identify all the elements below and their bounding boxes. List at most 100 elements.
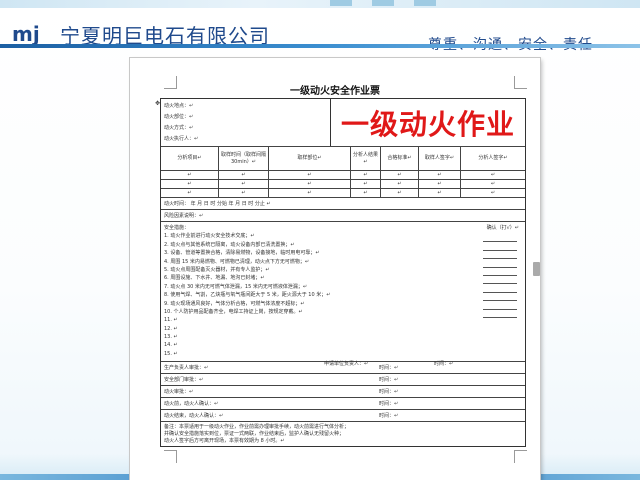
confirm-blank[interactable] bbox=[483, 310, 517, 318]
fire-time-row[interactable]: 动火时间： 年 月 日 时 分始 年 月 日 时 分止 ↵ bbox=[161, 198, 525, 210]
signature-time[interactable]: 时间：↵ bbox=[379, 398, 398, 410]
signature-label[interactable]: 动火审批：↵ bbox=[164, 389, 193, 395]
page-corner-mark bbox=[164, 450, 177, 463]
brand-logo-text: mj bbox=[12, 22, 40, 46]
analysis-cell[interactable]: ↵ bbox=[419, 189, 461, 197]
analysis-header-cell: 合格标准↵ bbox=[381, 147, 419, 170]
signature-time[interactable]: 时间：↵ bbox=[379, 362, 398, 374]
analysis-cell[interactable]: ↵ bbox=[381, 180, 419, 188]
confirm-blank[interactable] bbox=[483, 293, 517, 302]
analysis-row: ↵ ↵ ↵ ↵ ↵ ↵ ↵ bbox=[161, 189, 525, 198]
scroll-handle[interactable] bbox=[533, 262, 540, 276]
measure-item: 12. ↵ bbox=[164, 325, 178, 332]
analysis-cell[interactable]: ↵ bbox=[161, 171, 219, 179]
signature-row: 安全部门审批：↵ 时间：↵ bbox=[161, 374, 525, 386]
confirm-blank[interactable] bbox=[483, 301, 517, 310]
fire-level-stamp: 一级动火作业 bbox=[331, 99, 525, 146]
measure-item: 14. ↵ bbox=[164, 342, 178, 349]
confirm-blanks bbox=[483, 234, 517, 318]
risk-row[interactable]: 风险因素说明：↵ bbox=[161, 210, 525, 222]
measure-item: 11. ↵ bbox=[164, 317, 178, 324]
header-divider bbox=[0, 44, 640, 48]
info-line[interactable]: 动火部位：↵ bbox=[164, 112, 327, 123]
info-line[interactable]: 动火执行人：↵ bbox=[164, 134, 327, 145]
stamp-text: 一级动火作业 bbox=[340, 107, 515, 141]
measure-item: 9. 动火现场通风良好，气体分析合格，可燃气体浓度不超标；↵ bbox=[164, 300, 305, 307]
measure-item: 4. 周围 15 米内易燃物、可燃物已清理，动火点下方无可燃物；↵ bbox=[164, 258, 310, 265]
analysis-cell[interactable]: ↵ bbox=[381, 189, 419, 197]
analysis-cell[interactable]: ↵ bbox=[269, 189, 351, 197]
measure-item: 1. 动火作业前进行动火安全技术交底；↵ bbox=[164, 233, 255, 240]
permit-form-table: 动火地点：↵ 动火部位：↵ 动火方式：↵ 动火执行人：↵ 一级动火作业 分析项目… bbox=[160, 98, 526, 447]
confirm-blank[interactable] bbox=[483, 251, 517, 260]
analysis-row: ↵ ↵ ↵ ↵ ↵ ↵ ↵ bbox=[161, 171, 525, 180]
analysis-cell[interactable]: ↵ bbox=[419, 180, 461, 188]
signature-time[interactable]: 时间：↵ bbox=[379, 374, 398, 386]
confirm-label: 确认（打√）↵ bbox=[486, 225, 519, 231]
analysis-header-row: 分析项目↵ 取样时间（取样间隔 30min）↵ 取样部位↵ 分析人结果↵ 合格标… bbox=[161, 147, 525, 171]
measure-item: 15. ↵ bbox=[164, 350, 178, 357]
safety-measures-block: 安全措施： 确认（打√）↵ 1. 动火作业前进行动火安全技术交底；↵ 2. 动火… bbox=[161, 222, 525, 367]
info-line[interactable]: 动火方式：↵ bbox=[164, 123, 327, 134]
signature-label[interactable]: 动火结束，动火人确认：↵ bbox=[164, 413, 223, 419]
notes-block: 备注：本票适用于一级动火作业，作业前需办理审批手续，动火前需进行气体分析； 并确… bbox=[161, 422, 525, 446]
top-decor-block bbox=[414, 0, 436, 6]
analysis-cell[interactable]: ↵ bbox=[161, 180, 219, 188]
signature-label[interactable]: 生产负责人审批：↵ bbox=[164, 365, 208, 371]
analysis-cell[interactable]: ↵ bbox=[219, 189, 269, 197]
top-decor-block bbox=[372, 0, 394, 6]
top-decor-bar bbox=[0, 0, 640, 8]
analysis-cell[interactable]: ↵ bbox=[269, 171, 351, 179]
measure-item: 3. 设备、管道等置换合格，清除易燃物，设备接地，临时用电可靠；↵ bbox=[164, 250, 320, 257]
analysis-cell[interactable]: ↵ bbox=[219, 171, 269, 179]
analysis-header-cell: 分析人结果↵ bbox=[351, 147, 381, 170]
page-corner-mark bbox=[514, 450, 527, 463]
signature-row: 动火结束，动火人确认：↵ 时间：↵ bbox=[161, 410, 525, 422]
analysis-cell[interactable]: ↵ bbox=[351, 189, 381, 197]
confirm-blank[interactable] bbox=[483, 234, 517, 243]
confirm-blank[interactable] bbox=[483, 259, 517, 268]
info-block: 动火地点：↵ 动火部位：↵ 动火方式：↵ 动火执行人：↵ bbox=[161, 99, 331, 146]
analysis-row: ↵ ↵ ↵ ↵ ↵ ↵ ↵ bbox=[161, 180, 525, 189]
form-header-area: 动火地点：↵ 动火部位：↵ 动火方式：↵ 动火执行人：↵ 一级动火作业 bbox=[161, 99, 525, 147]
analysis-cell[interactable]: ↵ bbox=[381, 171, 419, 179]
signature-time[interactable]: 时间：↵ bbox=[379, 386, 398, 398]
info-line[interactable]: 动火地点：↵ bbox=[164, 101, 327, 112]
confirm-blank[interactable] bbox=[483, 268, 517, 276]
measure-item: 10. 个人防护用品配备齐全，电焊工持证上岗，按规定穿戴。↵ bbox=[164, 308, 303, 315]
analysis-cell[interactable]: ↵ bbox=[461, 189, 525, 197]
analysis-header-cell: 取样时间（取样间隔 30min）↵ bbox=[219, 147, 269, 170]
confirm-blank[interactable] bbox=[483, 242, 517, 251]
analysis-cell[interactable]: ↵ bbox=[461, 180, 525, 188]
measure-item: 6. 周围设施、下水井、地漏、地沟已封堵；↵ bbox=[164, 275, 265, 282]
measures-title: 安全措施： bbox=[164, 225, 190, 231]
analysis-header-cell: 分析项目↵ bbox=[161, 147, 219, 170]
analysis-header-cell: 分析人签字↵ bbox=[478, 155, 508, 161]
signature-label[interactable]: 安全部门审批：↵ bbox=[164, 377, 203, 383]
signature-row: 动火前，动火人确认：↵ 时间：↵ bbox=[161, 398, 525, 410]
measure-item: 2. 动火点与其他系统已隔离，动火设备内部已清洗置换；↵ bbox=[164, 241, 295, 248]
signature-row: 动火审批：↵ 时间：↵ bbox=[161, 386, 525, 398]
analysis-cell[interactable]: ↵ bbox=[219, 180, 269, 188]
note-line: 并确认安全措施落实到位，票证一式两联，作业结束后，监护人确认无残留火种； bbox=[164, 431, 345, 437]
confirm-blank[interactable] bbox=[483, 284, 517, 293]
confirm-blank[interactable] bbox=[483, 276, 517, 285]
measure-item: 13. ↵ bbox=[164, 334, 178, 341]
measure-item: 5. 动火点周围配备灭火器材，并有专人监护；↵ bbox=[164, 266, 270, 273]
analysis-cell[interactable]: ↵ bbox=[161, 189, 219, 197]
analysis-cell[interactable]: ↵ bbox=[419, 171, 461, 179]
signature-row: 生产负责人审批：↵ 时间：↵ bbox=[161, 362, 525, 374]
note-line: 动火人签字后方可离开现场，本票有效期为 8 小时。↵ bbox=[164, 438, 285, 444]
measure-item: 7. 动火点 30 米内无可燃气体泄漏，15 米内无可燃液体泄漏；↵ bbox=[164, 283, 308, 290]
note-line: 备注：本票适用于一级动火作业，作业前需办理审批手续，动火前需进行气体分析； bbox=[164, 424, 350, 430]
analysis-cell[interactable]: ↵ bbox=[269, 180, 351, 188]
document-title: 一级动火安全作业票 bbox=[290, 86, 380, 97]
document-page: 一级动火安全作业票 ✥ 动火地点：↵ 动火部位：↵ 动火方式：↵ 动火执行人：↵… bbox=[130, 58, 540, 480]
top-decor-block bbox=[330, 0, 352, 6]
measure-item: 8. 使用气焊、气割，乙炔瓶与氧气瓶间距大于 5 米，距火源大于 10 米；↵ bbox=[164, 292, 331, 299]
analysis-cell[interactable]: ↵ bbox=[351, 180, 381, 188]
analysis-cell[interactable]: ↵ bbox=[461, 171, 525, 179]
signature-label[interactable]: 动火前，动火人确认：↵ bbox=[164, 401, 218, 407]
analysis-cell[interactable]: ↵ bbox=[351, 171, 381, 179]
signature-time[interactable]: 时间：↵ bbox=[379, 410, 398, 422]
